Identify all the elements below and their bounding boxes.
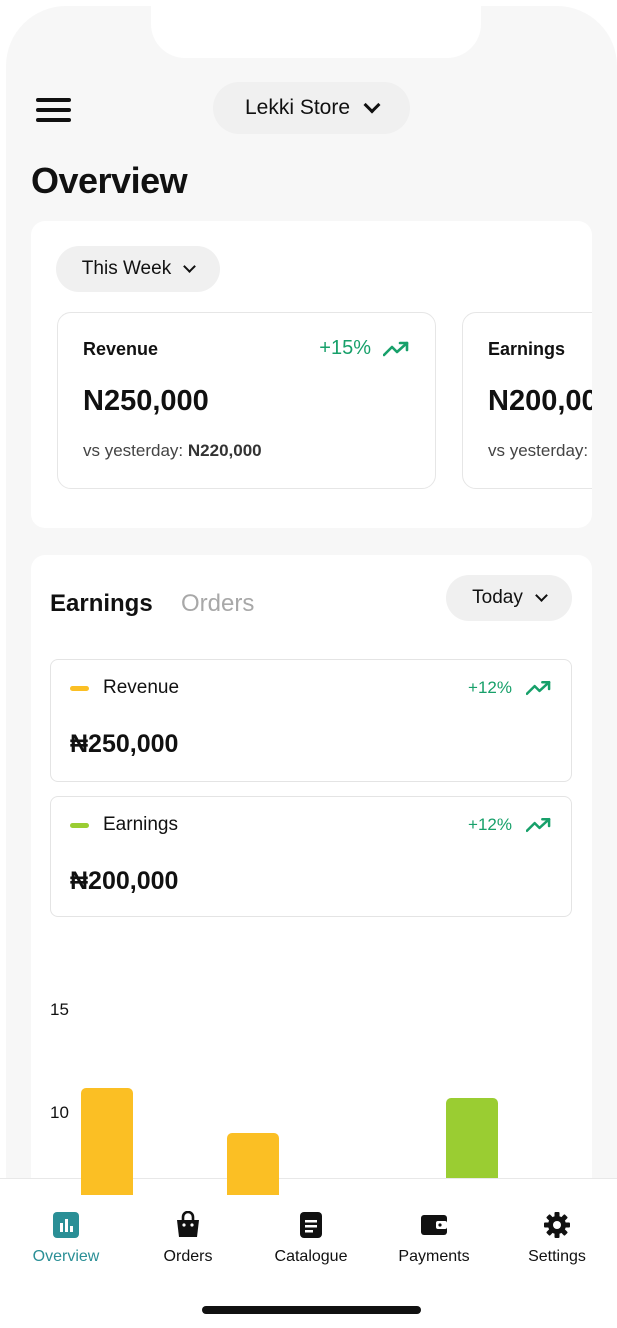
- nav-item-payments[interactable]: Payments: [379, 1211, 489, 1266]
- stat-comparison: vs yesterday:: [488, 441, 588, 461]
- metric-label: Earnings: [103, 814, 178, 835]
- analytics-card: Earnings Orders Today Revenue +12% ₦250,…: [31, 555, 592, 1195]
- y-tick-label: 10: [50, 1102, 69, 1122]
- trend-change: +12%: [468, 815, 512, 834]
- metric-value: ₦250,000: [70, 730, 179, 758]
- tab-orders[interactable]: Orders: [181, 590, 254, 618]
- trend-up-icon: [526, 680, 551, 696]
- nav-label: Payments: [398, 1248, 470, 1265]
- page-title: Overview: [31, 160, 188, 201]
- metric-label: Revenue: [103, 677, 180, 698]
- gear-icon: [543, 1211, 571, 1239]
- store-selector[interactable]: Lekki Store: [213, 82, 410, 134]
- chevron-down-icon: [183, 260, 197, 273]
- chevron-down-icon: [363, 96, 381, 114]
- bag-icon: [174, 1211, 202, 1239]
- legend-swatch: [70, 823, 89, 828]
- metric-card-revenue[interactable]: Revenue +12% ₦250,000: [50, 659, 572, 782]
- nav-label: Settings: [528, 1248, 586, 1265]
- trend-change: +12%: [468, 678, 512, 697]
- trend-up-icon: [383, 341, 409, 356]
- trend-up-icon: [526, 817, 551, 833]
- period-selector[interactable]: This Week: [56, 246, 220, 292]
- nav-label: Orders: [163, 1248, 213, 1265]
- chart-icon: [52, 1211, 80, 1239]
- chart-period-selector[interactable]: Today: [446, 575, 572, 621]
- tab-earnings[interactable]: Earnings: [50, 590, 153, 618]
- stat-comparison: vs yesterday: N220,000: [83, 441, 262, 461]
- menu-icon[interactable]: [36, 97, 72, 125]
- legend-swatch: [70, 686, 89, 691]
- nav-item-settings[interactable]: Settings: [502, 1211, 612, 1266]
- comparison-value: N220,000: [187, 441, 262, 460]
- metric-card-earnings[interactable]: Earnings +12% ₦200,000: [50, 796, 572, 917]
- stat-label: Revenue: [83, 339, 159, 359]
- trend-indicator: +12%: [468, 678, 551, 698]
- period-label: This Week: [81, 258, 172, 279]
- store-name: Lekki Store: [244, 96, 351, 119]
- chevron-down-icon: [534, 589, 548, 602]
- stat-label: Earnings: [488, 339, 566, 359]
- trend-indicator: +15%: [319, 337, 409, 360]
- stat-value: N200,000: [488, 385, 592, 417]
- trend-indicator: +12%: [468, 815, 551, 835]
- trend-change: +15%: [319, 337, 371, 359]
- home-indicator: [202, 1306, 421, 1314]
- document-icon: [297, 1211, 325, 1239]
- metric-value: ₦200,000: [70, 867, 179, 895]
- stat-card-revenue[interactable]: Revenue +15% N250,000 vs yesterday: N220…: [57, 312, 436, 489]
- nav-item-overview[interactable]: Overview: [11, 1211, 121, 1266]
- nav-label: Overview: [32, 1248, 100, 1265]
- device-notch: [151, 6, 481, 58]
- nav-item-orders[interactable]: Orders: [133, 1211, 243, 1266]
- stat-card-earnings[interactable]: Earnings N200,000 vs yesterday:: [462, 312, 592, 489]
- bar-revenue[interactable]: [227, 1133, 279, 1195]
- wallet-icon: [420, 1211, 448, 1239]
- comparison-prefix: vs yesterday:: [83, 441, 184, 460]
- nav-item-catalogue[interactable]: Catalogue: [256, 1211, 366, 1266]
- y-tick-label: 15: [50, 1000, 69, 1019]
- stat-value: N250,000: [83, 385, 209, 417]
- comparison-prefix: vs yesterday:: [488, 441, 589, 460]
- summary-card: This Week Revenue +15% N250,000 vs yeste…: [31, 221, 592, 528]
- nav-label: Catalogue: [274, 1248, 348, 1265]
- bar-revenue[interactable]: [81, 1087, 133, 1195]
- chart-period-label: Today: [472, 587, 523, 608]
